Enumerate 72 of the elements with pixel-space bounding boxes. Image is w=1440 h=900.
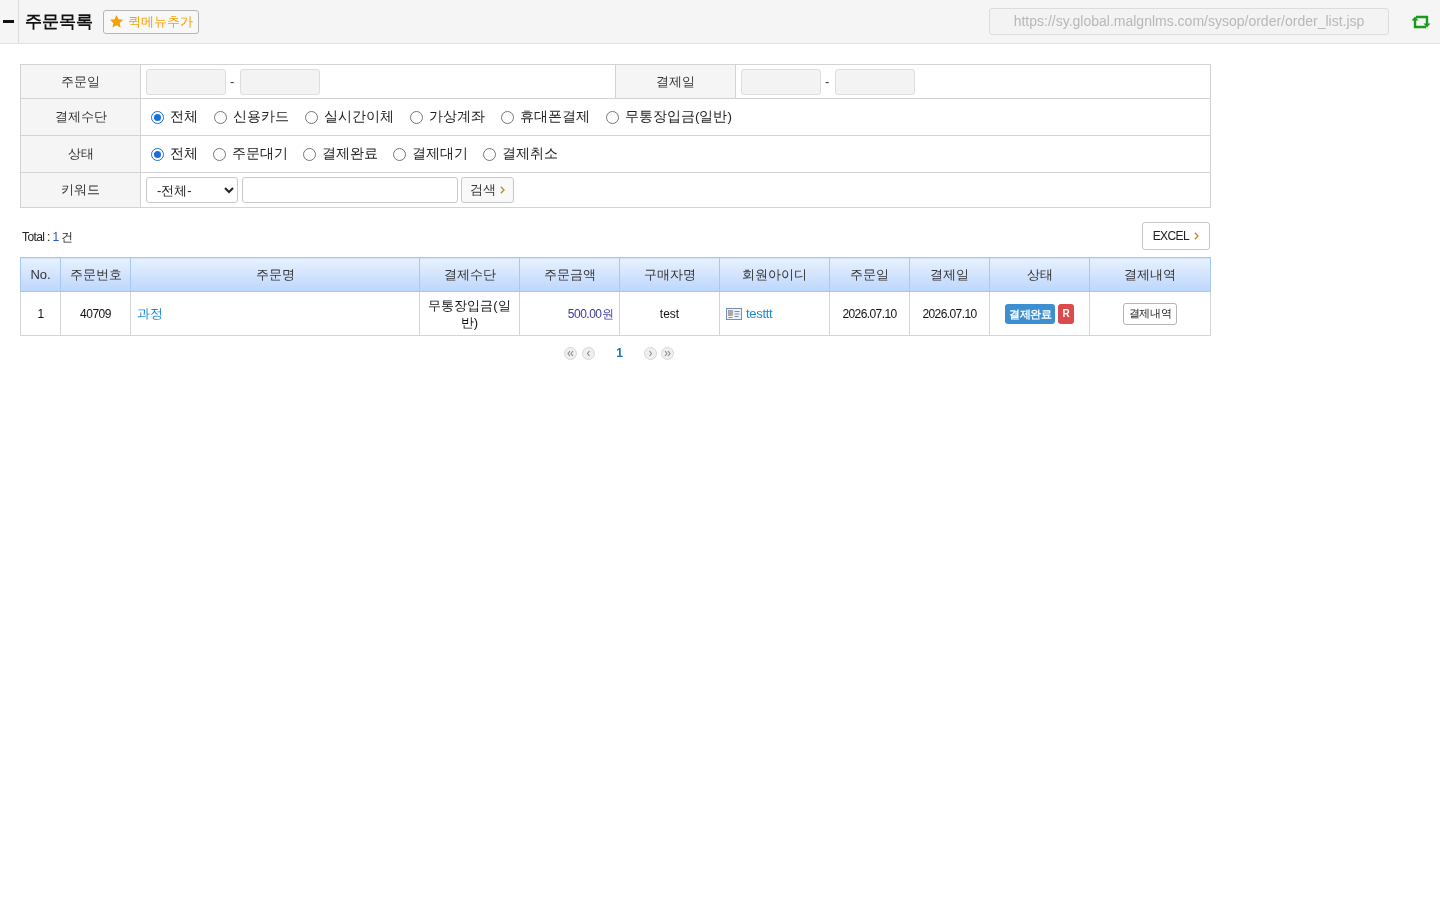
payment-details-button[interactable]: 결제내역 bbox=[1122, 302, 1178, 325]
field-label: 결제수단 bbox=[20, 98, 141, 136]
page-title: 주문목록 bbox=[25, 10, 93, 33]
member-id-link[interactable]: testtt bbox=[746, 303, 773, 324]
order-name-link[interactable]: 과정 bbox=[137, 305, 163, 321]
radio-label[interactable]: 실시간이체 bbox=[324, 106, 394, 128]
date-input-field[interactable] bbox=[146, 68, 226, 95]
radio-label[interactable]: 휴대폰결제 bbox=[520, 106, 590, 128]
radio-label[interactable]: 무통장입금(일반) bbox=[625, 106, 732, 128]
refresh-icon[interactable] bbox=[1411, 14, 1431, 29]
table-cell: 2026.07.10 bbox=[909, 291, 990, 336]
chevron-left-icon[interactable] bbox=[582, 346, 596, 360]
radio-button[interactable] bbox=[393, 147, 406, 161]
search-button[interactable]: 검색 bbox=[461, 177, 514, 203]
status-badge: 결제완료 bbox=[1005, 303, 1055, 324]
radio-button[interactable] bbox=[213, 147, 226, 161]
column-header: 주문금액 bbox=[519, 257, 620, 292]
total-count: Total : 1 건 bbox=[21, 229, 73, 246]
column-header: 상태 bbox=[989, 257, 1090, 292]
column-header: 주문번호 bbox=[60, 257, 131, 292]
radio-button[interactable] bbox=[303, 147, 316, 161]
table-cell: 2026.07.10 bbox=[829, 291, 910, 336]
radio-button[interactable] bbox=[214, 110, 227, 124]
column-header: 회원아이디 bbox=[719, 257, 830, 292]
field-label: 결제일 bbox=[615, 64, 736, 99]
column-header: 주문일 bbox=[829, 257, 910, 292]
date-input-field[interactable] bbox=[741, 68, 821, 95]
radio-label[interactable]: 전체 bbox=[170, 106, 198, 128]
keyword-dropdown[interactable]: -전체- bbox=[146, 177, 238, 203]
date-input-field[interactable] bbox=[835, 68, 916, 95]
radio-label[interactable]: 결제대기 bbox=[412, 143, 468, 165]
table-cell: 무통장입금(일반) bbox=[419, 291, 520, 336]
chevron-right-icon[interactable] bbox=[643, 346, 657, 360]
radio-label[interactable]: 전체 bbox=[170, 143, 198, 165]
radio-button[interactable] bbox=[305, 110, 318, 124]
column-header: 결제수단 bbox=[419, 257, 520, 292]
table-cell: 1 bbox=[20, 291, 61, 336]
column-header: No. bbox=[20, 257, 61, 292]
column-header: 주문명 bbox=[130, 257, 420, 292]
field-label: 키워드 bbox=[20, 172, 141, 208]
table-cell: test bbox=[619, 291, 720, 336]
radio-button[interactable] bbox=[151, 147, 164, 161]
table-cell: 500.00원 bbox=[519, 291, 620, 336]
chevron-right-icon bbox=[500, 186, 505, 194]
radio-label[interactable]: 결제취소 bbox=[502, 143, 558, 165]
date-input-field[interactable] bbox=[240, 68, 321, 95]
radio-label[interactable]: 주문대기 bbox=[232, 143, 288, 165]
flag-badge: R bbox=[1058, 303, 1074, 324]
radio-button[interactable] bbox=[151, 110, 164, 124]
column-header: 결제일 bbox=[909, 257, 990, 292]
radio-label[interactable]: 신용카드 bbox=[233, 106, 289, 128]
radio-button[interactable] bbox=[483, 147, 496, 161]
chevron-right-icon bbox=[1194, 232, 1199, 240]
column-header: 결제내역 bbox=[1089, 257, 1211, 292]
double-chevron-left-icon[interactable] bbox=[564, 346, 578, 360]
excel-button[interactable]: EXCEL bbox=[1141, 222, 1210, 250]
field-label: 상태 bbox=[20, 135, 141, 173]
table-cell: 40709 bbox=[60, 291, 131, 336]
radio-button[interactable] bbox=[606, 110, 619, 124]
radio-label[interactable]: 가상계좌 bbox=[429, 106, 485, 128]
range-separator: - bbox=[825, 72, 830, 91]
star-icon bbox=[109, 14, 124, 29]
radio-button[interactable] bbox=[410, 110, 423, 124]
field-label: 주문일 bbox=[20, 64, 141, 99]
column-header: 구매자명 bbox=[619, 257, 720, 292]
page-link[interactable]: 1 bbox=[616, 344, 623, 362]
radio-label[interactable]: 결제완료 bbox=[322, 143, 378, 165]
range-separator: - bbox=[230, 72, 235, 91]
double-chevron-right-icon[interactable] bbox=[660, 346, 674, 360]
radio-button[interactable] bbox=[501, 110, 514, 124]
keyword-input-field[interactable] bbox=[242, 177, 458, 203]
id-card-icon bbox=[726, 307, 742, 320]
